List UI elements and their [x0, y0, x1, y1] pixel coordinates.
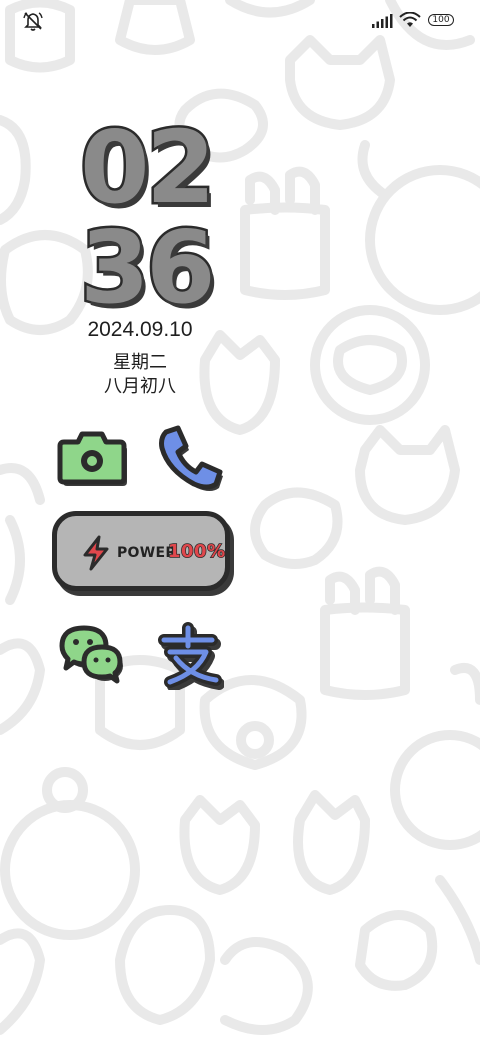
- alipay-icon[interactable]: [152, 618, 224, 690]
- power-value: 100%: [167, 540, 226, 563]
- clock-hour-ones: 2: [144, 109, 219, 226]
- battery-level: 100: [432, 14, 450, 25]
- lightning-bolt-icon: [83, 535, 109, 571]
- camera-icon[interactable]: [56, 420, 128, 492]
- signal-icon: [372, 14, 393, 28]
- weekday-label: 星期二: [113, 352, 167, 373]
- lunar-date-label: 八月初八: [104, 376, 176, 397]
- mute-bell-icon: [23, 12, 43, 31]
- clock-hour-tens: 0: [78, 109, 153, 226]
- battery-power-widget[interactable]: POWER 100%: [52, 511, 230, 591]
- clock-minute-tens: 3: [78, 209, 153, 326]
- date-label: 2024.09.10: [87, 318, 193, 341]
- battery-icon: 100: [428, 14, 454, 26]
- phone-icon[interactable]: [152, 420, 224, 492]
- clock-minute-ones: 6: [144, 209, 219, 326]
- status-bar: 100: [0, 0, 480, 40]
- wifi-icon: [399, 12, 421, 27]
- wechat-icon[interactable]: [56, 618, 128, 690]
